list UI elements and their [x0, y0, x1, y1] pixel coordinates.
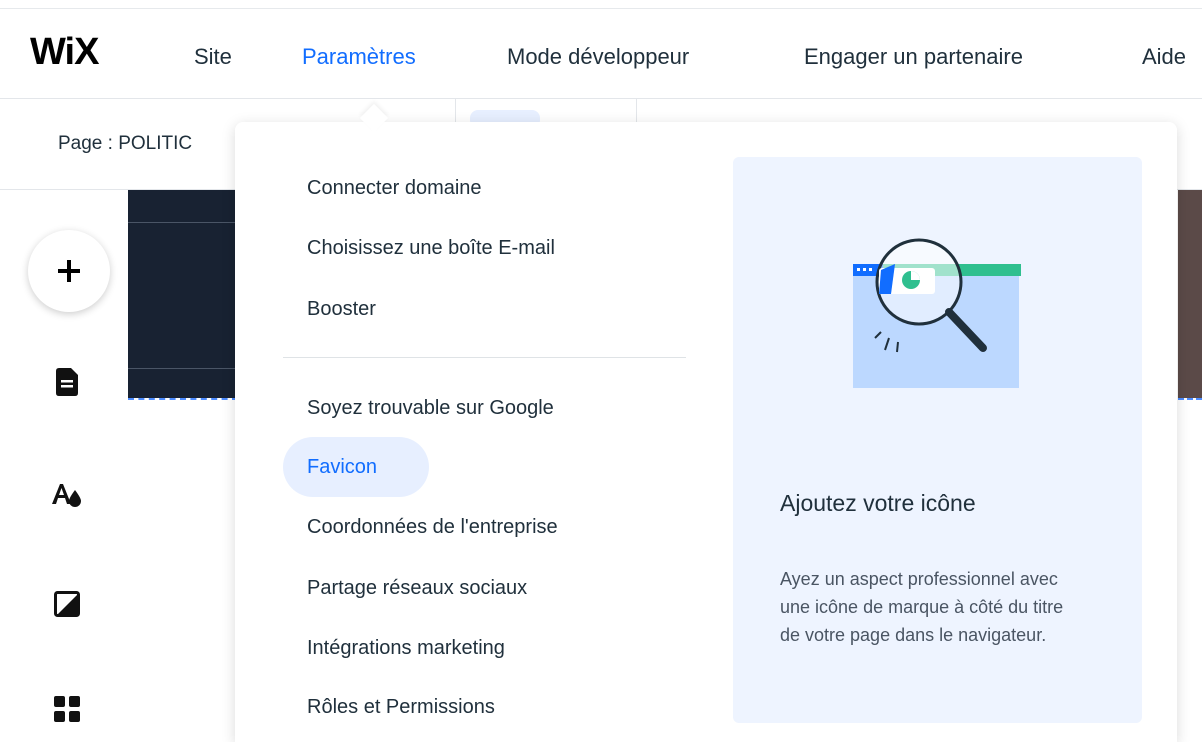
page-selector[interactable]: Page : POLITIC: [58, 133, 192, 155]
apps-button[interactable]: [52, 695, 82, 725]
apps-icon: [54, 696, 80, 722]
canvas-guide: [128, 368, 238, 369]
nav-aide[interactable]: Aide: [1142, 44, 1186, 70]
canvas-section-border: [1178, 398, 1202, 400]
nav-mode-developpeur[interactable]: Mode développeur: [507, 44, 689, 70]
nav-parametres[interactable]: Paramètres: [302, 44, 416, 70]
design-button[interactable]: [52, 480, 82, 510]
site-canvas-image: [1178, 190, 1202, 398]
menu-divider: [283, 357, 686, 358]
menu-favicon[interactable]: Favicon: [307, 455, 377, 479]
menu-booster[interactable]: Booster: [307, 297, 376, 321]
menu-boite-email[interactable]: Choisissez une boîte E-mail: [307, 236, 555, 260]
preview-title: Ajoutez votre icône: [780, 490, 976, 516]
theme-icon: [52, 484, 81, 507]
background-button[interactable]: [52, 589, 82, 619]
preview-description: Ayez un aspect professionnel avec une ic…: [780, 569, 1064, 645]
menu-coordonnees-entreprise[interactable]: Coordonnées de l'entreprise: [307, 515, 558, 539]
nav-site[interactable]: Site: [194, 44, 232, 70]
menu-connecter-domaine[interactable]: Connecter domaine: [307, 176, 482, 200]
add-elements-button[interactable]: [28, 230, 110, 312]
page-icon: [56, 368, 78, 396]
pages-button[interactable]: [52, 367, 82, 397]
canvas-section-border: [128, 398, 238, 400]
top-divider: [0, 8, 1202, 9]
menu-roles-permissions[interactable]: Rôles et Permissions: [307, 695, 495, 719]
wix-logo[interactable]: WiX: [30, 32, 99, 72]
canvas-guide: [128, 222, 238, 223]
menu-trouvable-google[interactable]: Soyez trouvable sur Google: [307, 396, 554, 420]
magnifier-favicon-icon: [853, 238, 1021, 388]
plus-icon: [58, 260, 80, 282]
nav-engager-partenaire[interactable]: Engager un partenaire: [804, 44, 1023, 70]
menu-partage-reseaux[interactable]: Partage réseaux sociaux: [307, 576, 527, 600]
background-icon: [54, 591, 80, 617]
menu-integrations-marketing[interactable]: Intégrations marketing: [307, 636, 505, 660]
